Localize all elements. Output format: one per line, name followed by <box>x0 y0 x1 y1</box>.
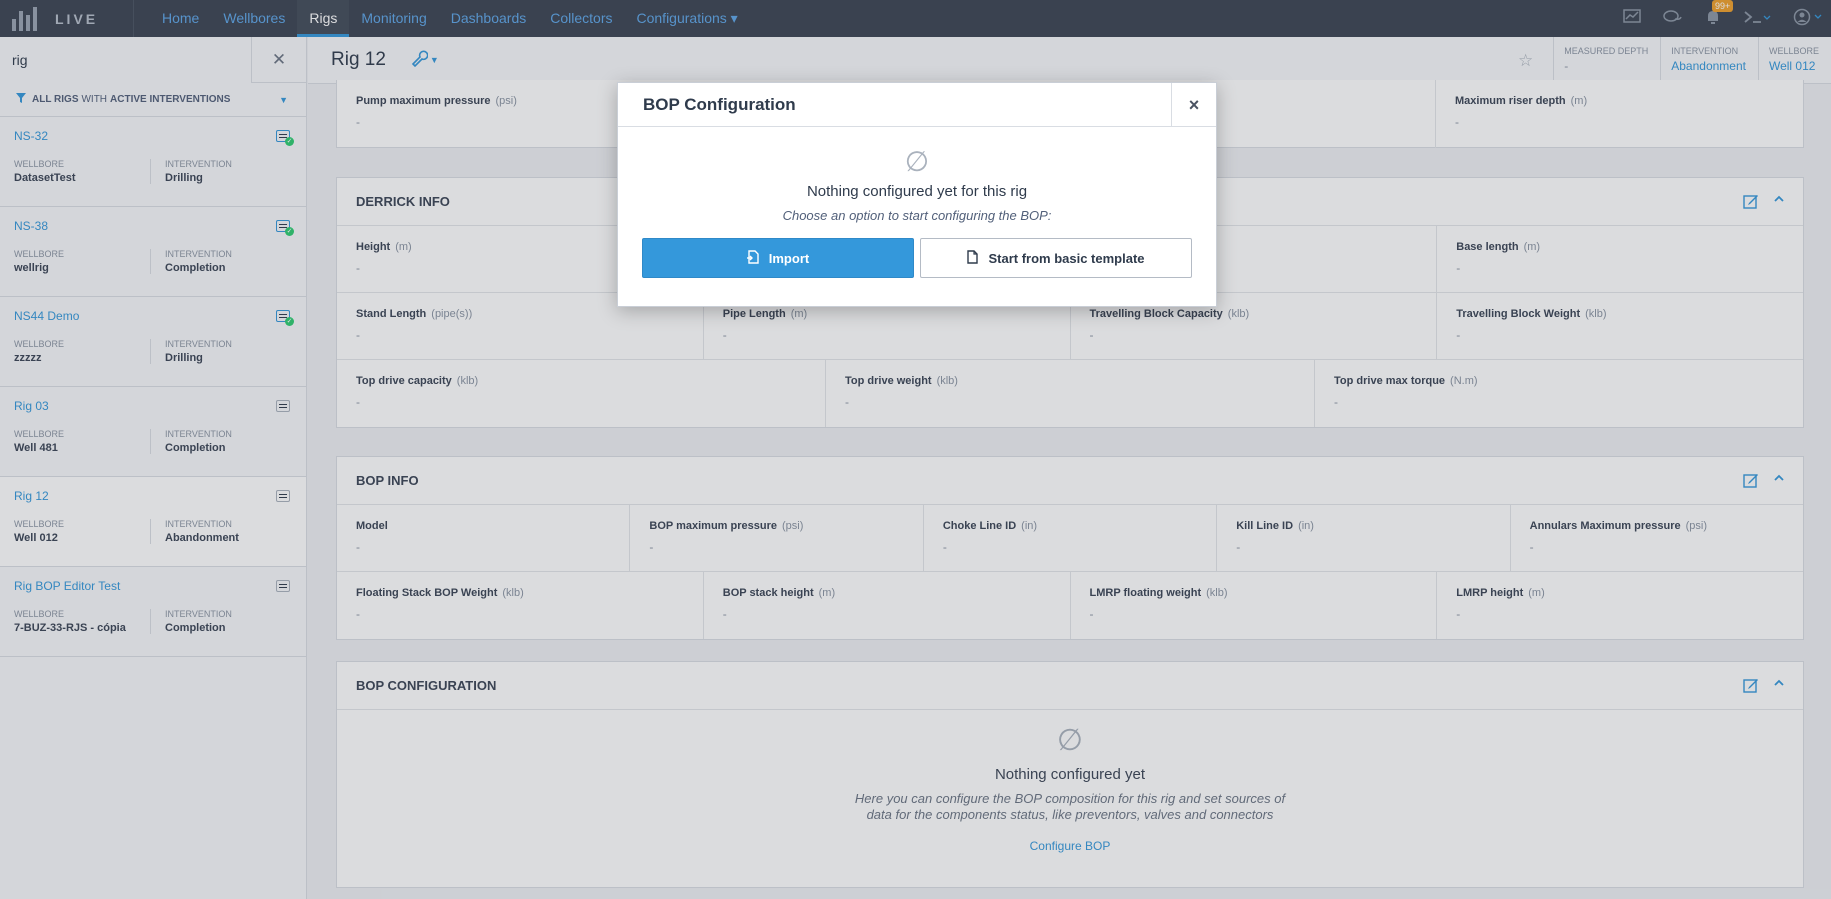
start-from-template-button[interactable]: Start from basic template <box>920 238 1192 278</box>
modal-actions: Import Start from basic template <box>618 238 1216 278</box>
document-icon <box>967 249 979 267</box>
modal-body: ∅ Nothing configured yet for this rig Ch… <box>618 127 1216 278</box>
empty-set-icon: ∅ <box>904 146 930 177</box>
modal-header: BOP Configuration × <box>618 83 1216 127</box>
import-label: Import <box>768 250 810 266</box>
modal-empty-title: Nothing configured yet for this rig <box>806 183 1028 200</box>
template-label: Start from basic template <box>988 250 1145 266</box>
modal-title: BOP Configuration <box>643 94 796 114</box>
import-button[interactable]: Import <box>642 238 914 278</box>
modal-empty-subtitle: Choose an option to start configuring th… <box>782 208 1052 223</box>
close-icon: × <box>1188 94 1200 115</box>
bop-configuration-modal: BOP Configuration × ∅ Nothing configured… <box>617 82 1217 307</box>
close-modal-button[interactable]: × <box>1171 83 1216 127</box>
import-icon <box>746 249 759 267</box>
